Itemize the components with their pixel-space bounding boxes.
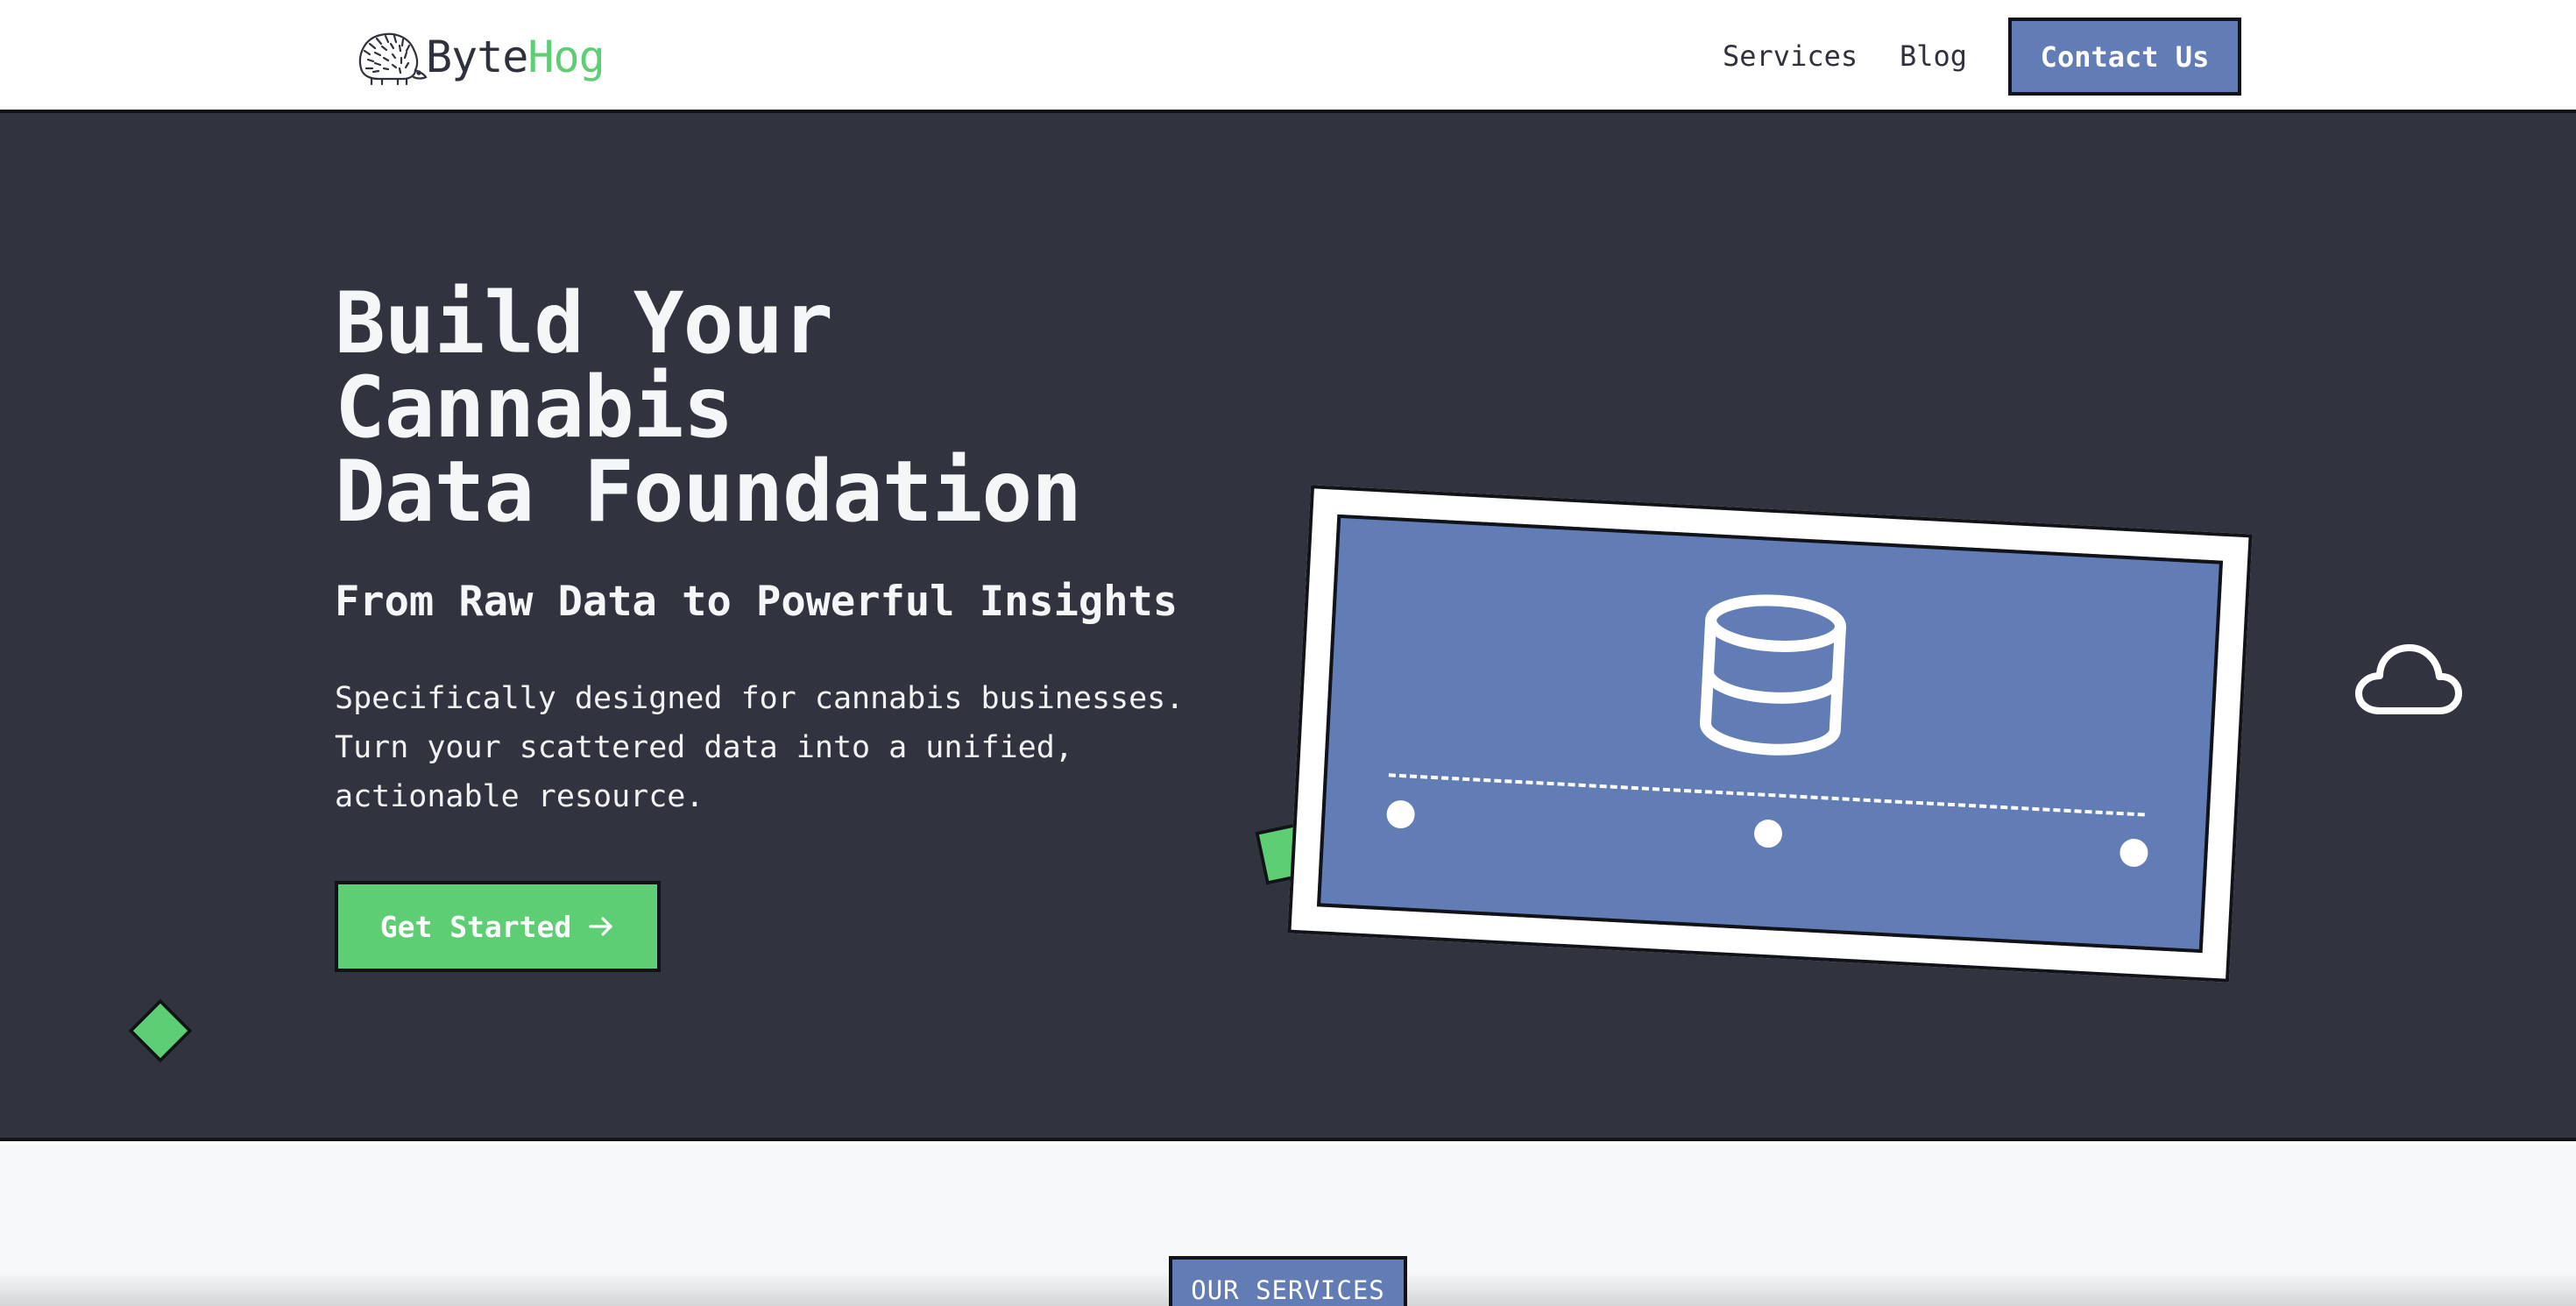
hero-section: Build Your Cannabis Data Foundation From… — [0, 113, 2576, 1141]
hero-title-line: Data Foundation — [335, 443, 1082, 541]
hero-description-line: actionable resource. — [335, 779, 704, 814]
arrow-right-icon — [589, 917, 612, 936]
hero-description-line: Specifically designed for cannabis busin… — [335, 681, 1185, 716]
illustration-panel — [1316, 514, 2224, 954]
hero-description: Specifically designed for cannabis busin… — [335, 674, 1255, 821]
nav-link-blog[interactable]: Blog — [1900, 35, 1967, 77]
hero-subtitle: From Raw Data to Powerful Insights — [335, 578, 1178, 626]
services-section: OUR SERVICES — [0, 1145, 2576, 1306]
timeline-dot — [2119, 838, 2149, 868]
contact-us-button[interactable]: Contact Us — [2008, 18, 2241, 96]
get-started-label: Get Started — [379, 909, 572, 944]
hero-description-line: Turn your scattered data into a unified, — [335, 730, 1073, 765]
timeline-dot — [1385, 799, 1416, 829]
logo[interactable]: ByteHog — [352, 25, 605, 89]
get-started-button[interactable]: Get Started — [335, 881, 661, 972]
our-services-badge: OUR SERVICES — [1169, 1256, 1407, 1306]
logo-wordmark: ByteHog — [426, 32, 605, 82]
hero-title-line: Build Your — [335, 274, 833, 373]
database-icon — [1700, 594, 1847, 756]
timeline-dot — [1753, 819, 1783, 848]
timeline-line — [1388, 773, 2145, 817]
diamond-shape — [128, 998, 193, 1063]
data-illustration — [1287, 485, 2253, 983]
navbar: ByteHog Services Blog Contact Us — [0, 0, 2576, 113]
hedgehog-icon — [358, 32, 428, 86]
logo-word-hog: Hog — [527, 32, 605, 82]
logo-word-byte: Byte — [426, 32, 528, 82]
cloud-icon — [2355, 644, 2462, 714]
nav-link-services[interactable]: Services — [1723, 35, 1858, 77]
hero-title: Build Your Cannabis Data Foundation — [335, 281, 1299, 534]
hero-title-line: Cannabis — [335, 358, 733, 457]
